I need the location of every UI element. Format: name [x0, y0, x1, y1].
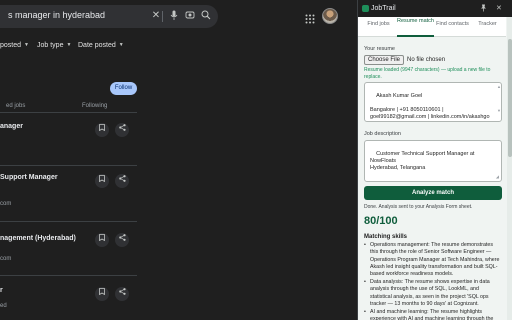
panel-scrollbar[interactable]	[507, 17, 512, 320]
panel-tabs: Find jobs Resume match Find contacts Tra…	[358, 17, 506, 37]
job-title[interactable]: r	[0, 287, 3, 294]
bookmark-icon[interactable]	[95, 174, 109, 188]
filter-label: posted	[0, 41, 22, 49]
share-icon[interactable]	[115, 174, 129, 188]
bookmark-icon[interactable]	[95, 287, 109, 301]
resume-loaded-note: Resume loaded (9947 characters) — upload…	[364, 67, 491, 80]
microphone-icon[interactable]	[168, 10, 180, 22]
job-source: com	[0, 201, 12, 207]
search-query[interactable]: s manager in hyderabad	[8, 10, 105, 20]
matching-skills-title: Matching skills	[364, 234, 408, 240]
jobtrail-side-panel: JobTrail ✕ Find jobs Resume match Find c…	[357, 0, 512, 320]
analyze-match-button[interactable]: Analyze match	[364, 186, 502, 200]
dropdown-caret-icon: ▼	[66, 42, 72, 48]
bookmark-icon[interactable]	[95, 123, 109, 137]
panel-title: JobTrail	[371, 5, 396, 12]
dropdown-caret-icon: ▼	[24, 42, 29, 48]
resize-handle-icon[interactable]: ◢	[496, 173, 499, 180]
tab-find-jobs[interactable]: Find jobs	[360, 21, 397, 27]
scrollbar-thumb[interactable]	[508, 39, 512, 157]
resume-text: Akash Kumar Goel Bangalore | +91 8050110…	[370, 93, 490, 120]
job-description-textarea[interactable]: Customer Technical Support Manager at No…	[364, 140, 502, 182]
search-box[interactable]: s manager in hyderabad ✕	[0, 5, 218, 28]
job-title[interactable]: anager	[0, 123, 23, 130]
dropdown-caret-icon: ▼	[118, 42, 124, 48]
close-panel-icon[interactable]: ✕	[496, 4, 502, 12]
choose-file-button[interactable]: Choose File	[364, 55, 405, 65]
filter-date-posted-partial[interactable]: posted ▼	[0, 38, 29, 52]
job-source: ed	[0, 303, 7, 309]
divider	[0, 112, 137, 113]
divider	[0, 165, 137, 166]
matching-skills-list: Operations management: The resume demons…	[364, 242, 502, 320]
lens-icon[interactable]	[184, 10, 196, 22]
analysis-status: Done. Analysis sent to your Analysis For…	[364, 204, 473, 210]
account-avatar[interactable]	[322, 8, 338, 24]
tab-following[interactable]: Following	[82, 103, 107, 109]
file-status: No file chosen	[407, 57, 446, 63]
list-item: AI and machine learning: The resume high…	[364, 309, 502, 320]
job-title[interactable]: nagement (Hyderabad)	[0, 235, 76, 242]
share-icon[interactable]	[115, 287, 129, 301]
search-results-page: s manager in hyderabad ✕ posted ▼ Job typ…	[0, 0, 342, 320]
divider	[0, 221, 137, 222]
jobtrail-logo-icon	[362, 5, 369, 12]
tab-find-contacts[interactable]: Find contacts	[434, 21, 471, 27]
job-title[interactable]: Support Manager	[0, 174, 58, 181]
tab-saved-jobs[interactable]: ed jobs	[6, 103, 25, 109]
search-icon[interactable]	[200, 10, 212, 22]
follow-button[interactable]: Follow	[110, 82, 137, 95]
filter-job-type[interactable]: Job type ▼	[37, 38, 71, 52]
share-icon[interactable]	[115, 123, 129, 137]
filter-label: Job type	[37, 41, 64, 49]
match-score: 80/100	[364, 215, 398, 227]
list-item: Data analysis: The resume shows expertis…	[364, 279, 502, 308]
clear-search-icon[interactable]: ✕	[150, 10, 162, 22]
bookmark-icon[interactable]	[95, 233, 109, 247]
pin-icon[interactable]	[480, 4, 487, 14]
tab-resume-match[interactable]: Resume match	[397, 18, 434, 24]
active-tab-indicator	[397, 35, 434, 37]
job-description-label: Job description	[364, 131, 401, 137]
filter-date-posted[interactable]: Date posted ▼	[78, 38, 124, 52]
resume-label: Your resume	[364, 46, 395, 52]
textarea-scroll-arrows-icon[interactable]: ▲ ▼	[497, 85, 501, 117]
tab-tracker[interactable]: Tracker	[469, 21, 506, 27]
divider	[0, 275, 137, 276]
job-description-text: Customer Technical Support Manager at No…	[370, 151, 475, 171]
resume-textarea[interactable]: Akash Kumar Goel Bangalore | +91 8050110…	[364, 82, 502, 122]
panel-header: JobTrail ✕	[358, 0, 512, 17]
search-divider	[162, 11, 163, 22]
share-icon[interactable]	[115, 233, 129, 247]
filter-label: Date posted	[78, 41, 116, 49]
list-item: Operations management: The resume demons…	[364, 242, 502, 278]
job-source: com	[0, 256, 12, 262]
resume-file-input[interactable]: Choose File No file chosen	[364, 55, 445, 65]
apps-grid-icon[interactable]	[305, 11, 315, 24]
